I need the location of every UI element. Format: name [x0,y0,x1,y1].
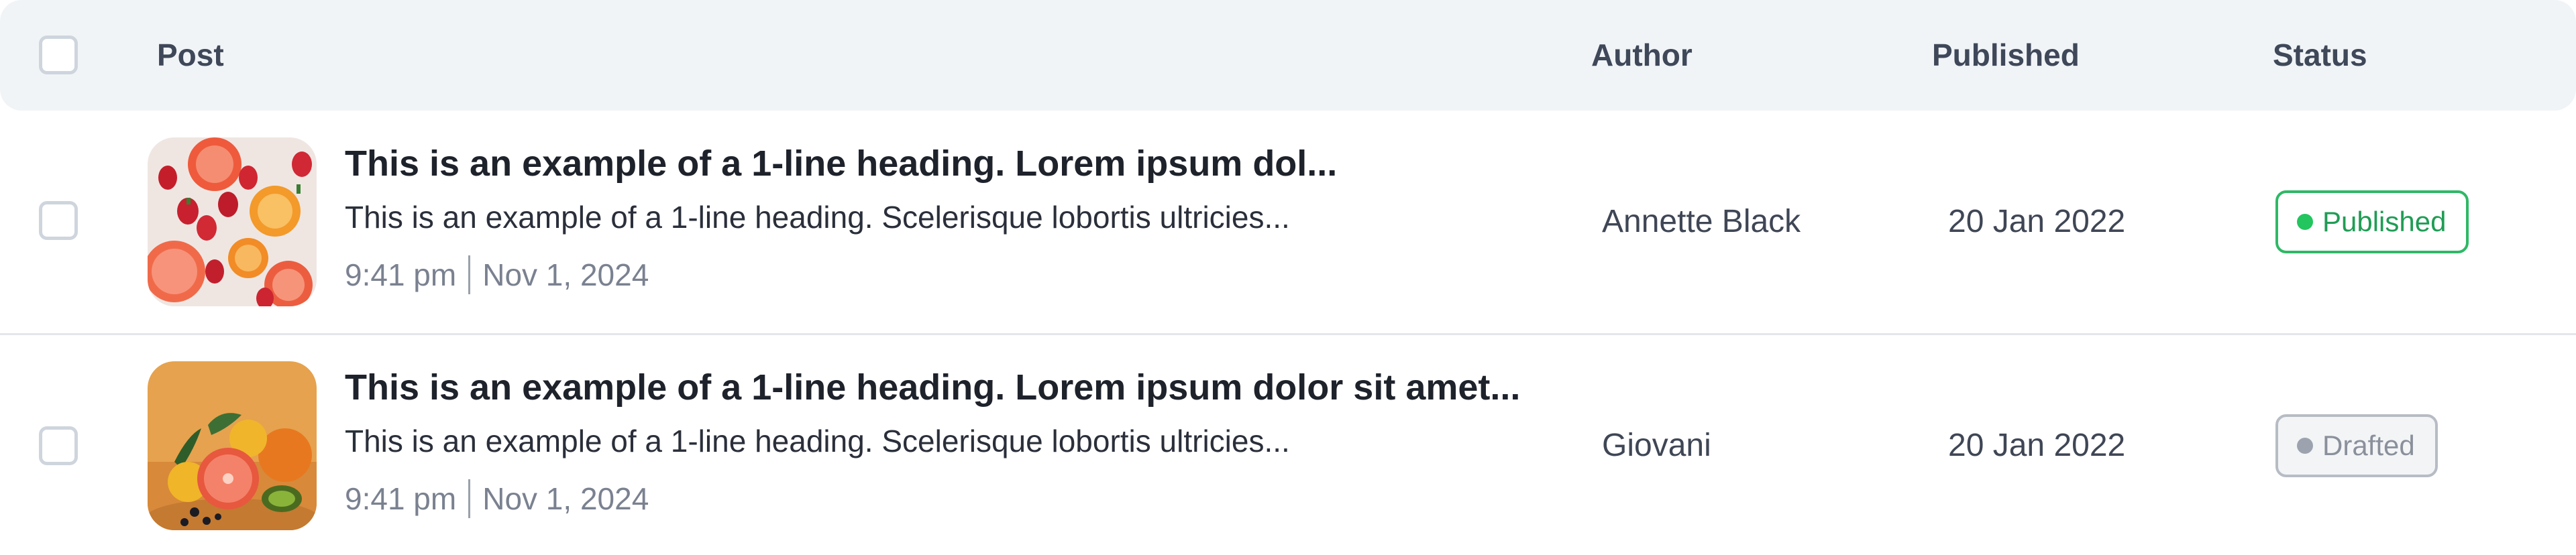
fruit-still-life-image [148,361,317,530]
post-description: This is an example of a 1-line heading. … [345,424,1290,458]
row-checkbox[interactable] [39,426,78,465]
table-header: Post Author Published Status [0,0,2576,111]
post-title[interactable]: This is an example of a 1-line heading. … [345,367,1520,408]
table-row[interactable]: This is an example of a 1-line heading. … [0,111,2576,335]
post-timestamp: 9:41 pm Nov 1, 2024 [345,479,649,521]
post-timestamp: 9:41 pm Nov 1, 2024 [345,255,649,297]
row-checkbox[interactable] [39,201,78,240]
column-header-author[interactable]: Author [1591,0,1693,111]
select-all-checkbox[interactable] [39,36,78,74]
status-badge: Drafted [2275,414,2438,477]
published-date: 20 Jan 2022 [1948,204,2126,239]
column-header-published[interactable]: Published [1932,0,2080,111]
post-description: This is an example of a 1-line heading. … [345,200,1290,235]
post-title[interactable]: This is an example of a 1-line heading. … [345,143,1337,184]
post-date: Nov 1, 2024 [482,481,649,516]
status-dot-icon [2297,437,2313,454]
post-thumbnail[interactable] [148,361,317,530]
citrus-berries-image [148,137,317,306]
post-author: Annette Black [1602,204,1801,239]
status-label: Published [2322,206,2447,237]
column-header-status[interactable]: Status [2273,0,2367,111]
post-date: Nov 1, 2024 [482,257,649,292]
post-time: 9:41 pm [345,481,457,516]
posts-table: Post Author Published Status This is an … [0,0,2576,555]
published-date: 20 Jan 2022 [1948,428,2126,463]
column-header-post[interactable]: Post [157,0,224,111]
timestamp-divider [468,255,471,294]
status-dot-icon [2297,213,2313,230]
status-badge: Published [2275,190,2469,253]
table-row[interactable]: This is an example of a 1-line heading. … [0,334,2576,555]
post-thumbnail[interactable] [148,137,317,306]
status-label: Drafted [2322,430,2415,461]
timestamp-divider [468,479,471,518]
post-time: 9:41 pm [345,257,457,292]
post-author: Giovani [1602,428,1711,463]
